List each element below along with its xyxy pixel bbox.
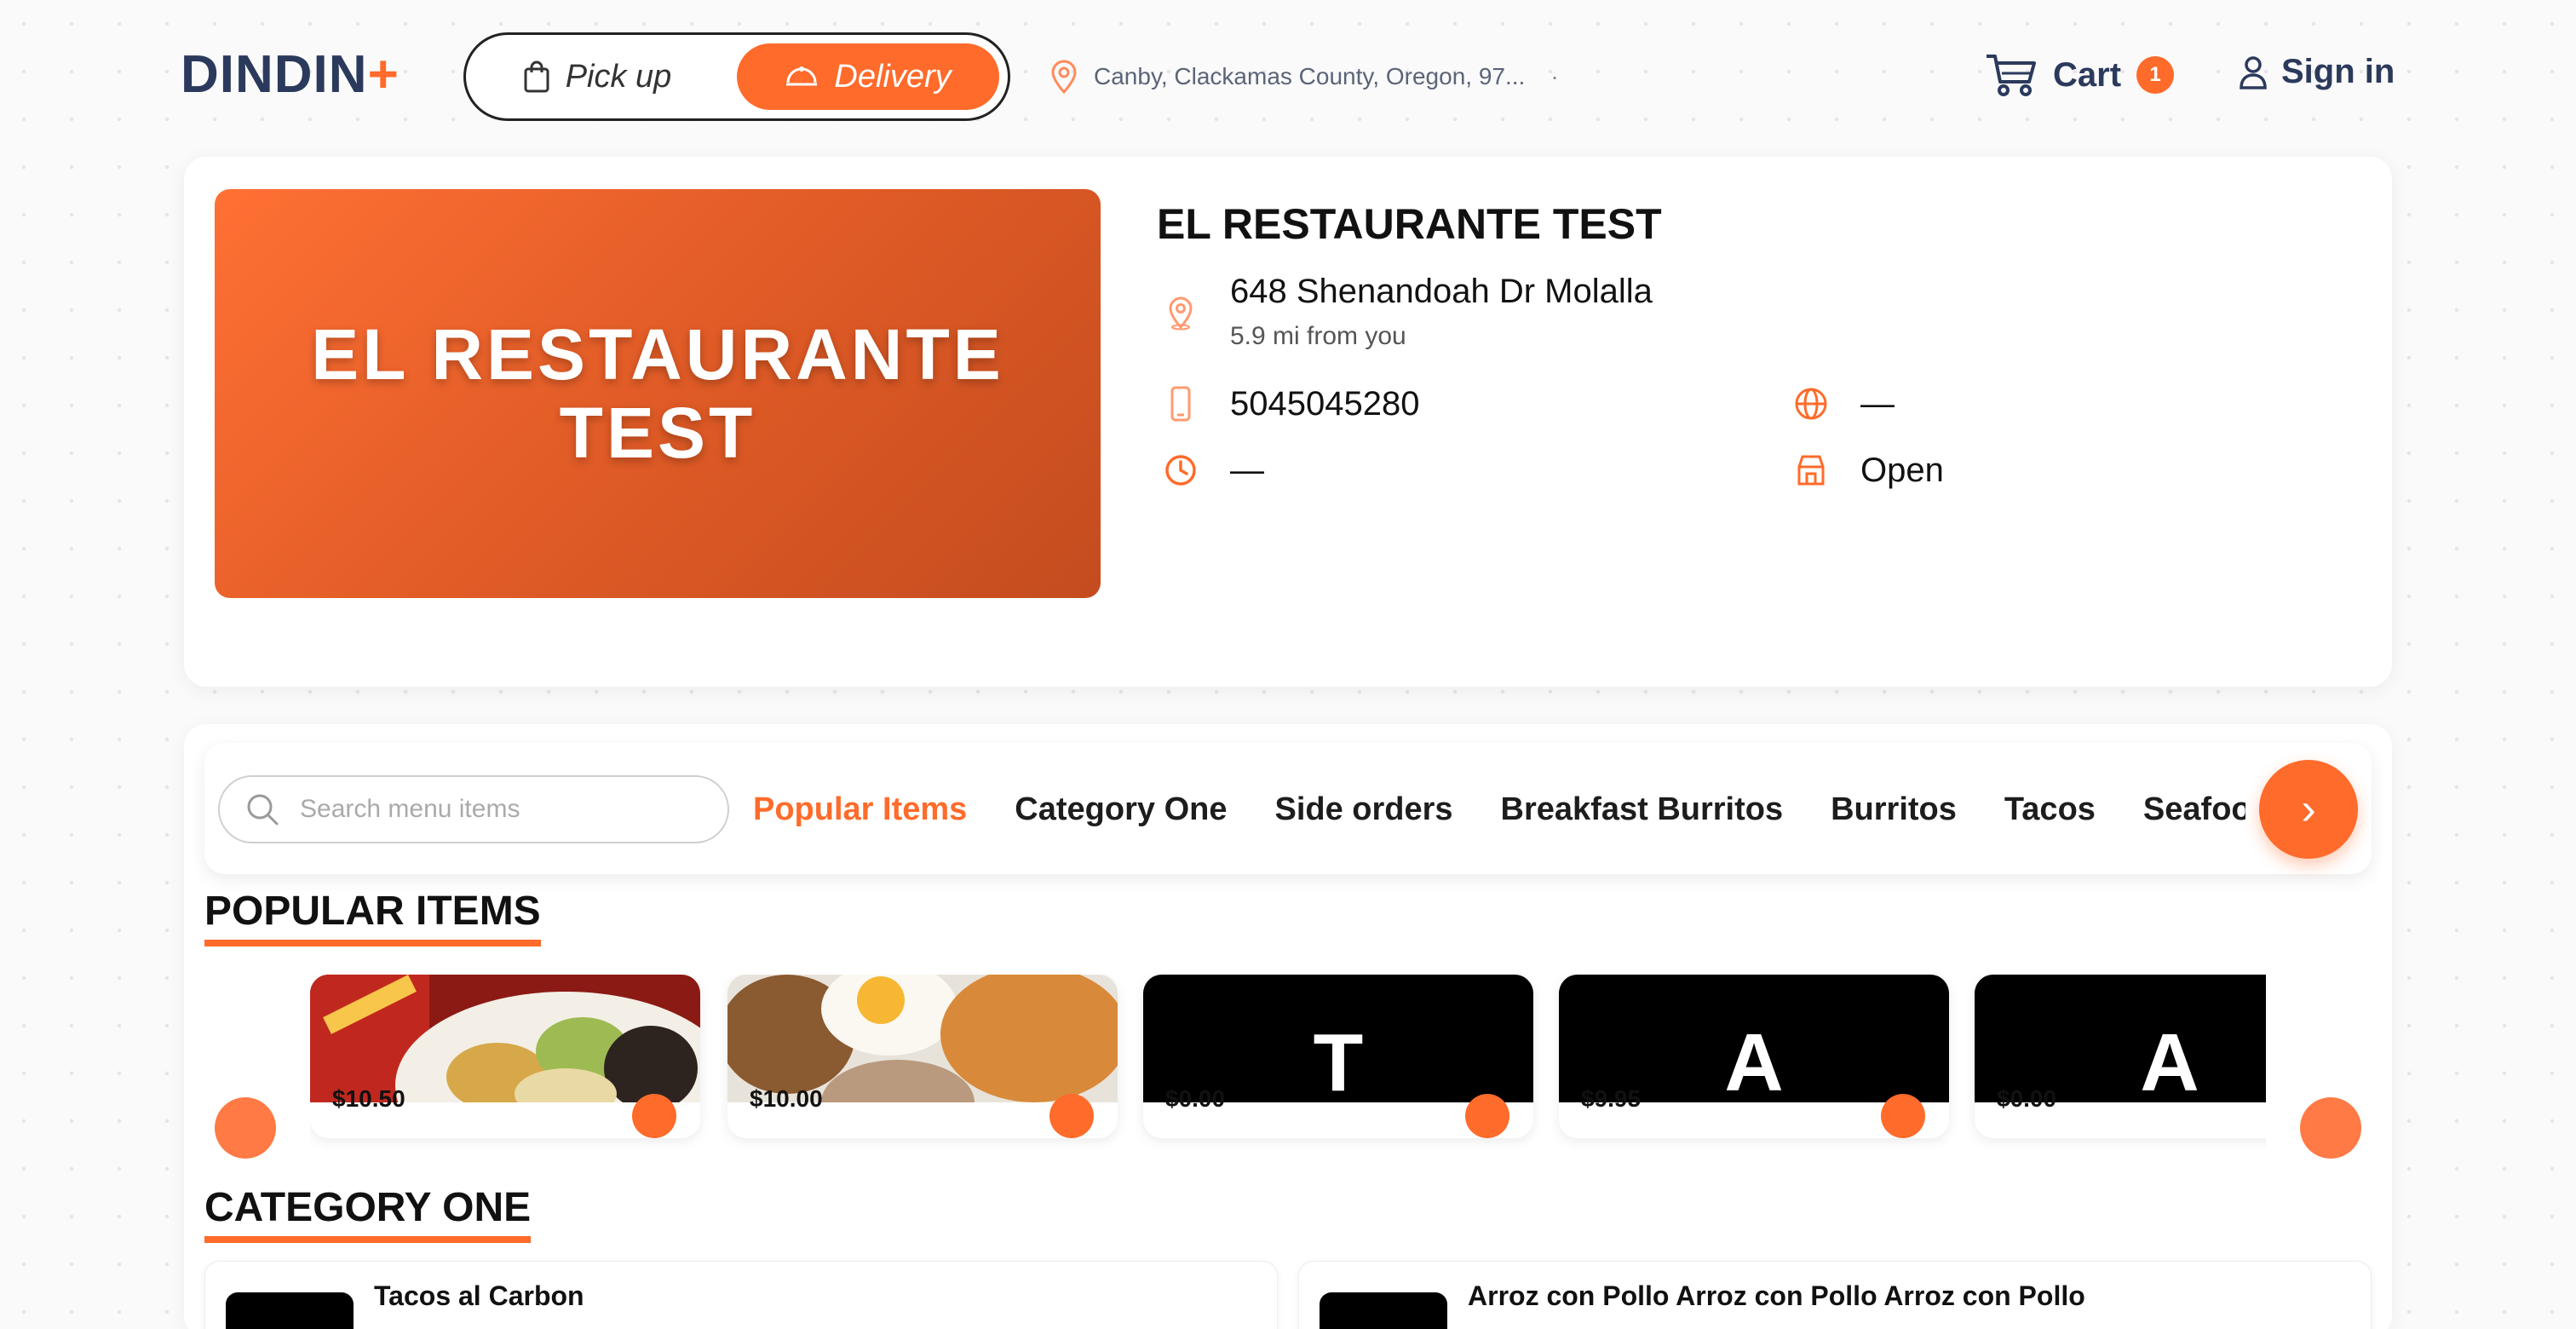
restaurant-name: EL RESTAURANTE TEST xyxy=(1157,200,1662,248)
map-pin-icon xyxy=(1051,60,1077,94)
item-thumbnail xyxy=(1320,1292,1447,1329)
item-price: $10.50 xyxy=(332,1085,405,1112)
globe-icon xyxy=(1795,388,1827,420)
phone-icon xyxy=(1170,386,1191,422)
tab-side-orders[interactable]: Side orders xyxy=(1274,784,1452,835)
logo-text: DINDIN xyxy=(181,45,368,104)
location-text: Canby, Clackamas County, Oregon, 97... xyxy=(1094,63,1526,89)
popular-item-card[interactable]: A $0.00 xyxy=(1975,975,2266,1138)
tab-category-one[interactable]: Category One xyxy=(1015,784,1227,835)
next-category-button[interactable]: › xyxy=(2259,760,2358,859)
location-icon xyxy=(1169,296,1193,331)
item-thumbnail xyxy=(226,1292,354,1329)
section-title-category-one: CATEGORY ONE xyxy=(204,1184,532,1243)
popular-item-card[interactable]: $10.00 xyxy=(727,975,1118,1138)
add-item-button[interactable] xyxy=(1465,1094,1509,1138)
item-name: Tacos al Carbon xyxy=(374,1280,584,1311)
item-price: $0.00 xyxy=(1165,1085,1226,1112)
food-photo xyxy=(310,975,700,1102)
delivery-icon xyxy=(786,66,818,86)
menu-item-card[interactable]: Tacos al Carbon xyxy=(204,1261,1278,1329)
clock-icon xyxy=(1165,455,1196,486)
restaurant-banner: EL RESTAURANTE TEST xyxy=(215,189,1101,598)
restaurant-distance: 5.9 mi from you xyxy=(1230,322,1406,350)
banner-text: EL RESTAURANTE TEST xyxy=(311,314,1004,473)
carousel-next-button[interactable] xyxy=(2300,1097,2361,1159)
tab-popular-items[interactable]: Popular Items xyxy=(753,784,967,835)
location-separator: · xyxy=(1550,63,1559,89)
tab-burritos[interactable]: Burritos xyxy=(1831,784,1957,835)
delivery-label: Delivery xyxy=(834,58,952,95)
item-price: $10.00 xyxy=(750,1085,823,1112)
popular-items-carousel: $10.50 $10.00 T $0.00 A $9.95 A $0.00 xyxy=(310,975,2266,1157)
search-input[interactable] xyxy=(300,795,675,824)
item-initial: T xyxy=(1313,1017,1364,1103)
cart-count-badge: 1 xyxy=(2136,56,2175,94)
carousel-prev-button[interactable] xyxy=(215,1097,276,1159)
item-price: $9.95 xyxy=(1581,1085,1642,1112)
tab-seafood[interactable]: Seafood xyxy=(2143,784,2245,835)
delivery-button[interactable]: Delivery xyxy=(737,43,999,110)
cart-icon xyxy=(1987,55,2036,96)
pickup-label: Pick up xyxy=(565,58,672,95)
cart-button[interactable]: Cart 1 xyxy=(1985,53,2175,97)
add-item-button[interactable] xyxy=(632,1094,676,1138)
category-tabs: Popular Items Category One Side orders B… xyxy=(753,784,2245,835)
storefront-icon xyxy=(1797,455,1825,486)
restaurant-address: 648 Shenandoah Dr Molalla xyxy=(1230,273,1653,310)
item-placeholder-image: T xyxy=(1143,975,1533,1102)
popular-item-card[interactable]: $10.50 xyxy=(310,975,700,1138)
item-initial: A xyxy=(1724,1017,1784,1103)
cart-label: Cart xyxy=(2053,55,2122,94)
order-mode-toggle: Pick up Delivery xyxy=(463,32,1010,121)
item-initial: A xyxy=(2140,1017,2199,1103)
restaurant-hours: — xyxy=(1230,452,1264,489)
add-item-button[interactable] xyxy=(1049,1094,1094,1138)
item-placeholder-image: A xyxy=(1975,975,2266,1102)
popular-item-card[interactable]: T $0.00 xyxy=(1143,975,1533,1138)
shopping-bag-icon xyxy=(524,60,549,93)
chevron-right-icon: › xyxy=(2301,785,2316,834)
search-icon xyxy=(247,794,279,826)
logo[interactable]: DINDIN+ xyxy=(181,44,400,105)
item-price: $0.00 xyxy=(1997,1085,2057,1112)
user-icon xyxy=(2240,55,2267,89)
item-placeholder-image: A xyxy=(1559,975,1949,1102)
restaurant-phone[interactable]: 5045045280 xyxy=(1230,385,1419,423)
add-item-button[interactable] xyxy=(1881,1094,1925,1138)
sign-in-button[interactable]: Sign in xyxy=(2239,53,2395,91)
section-title-popular: POPULAR ITEMS xyxy=(204,888,541,946)
location-selector[interactable]: Canby, Clackamas County, Oregon, 97... · xyxy=(1049,60,1559,94)
food-photo xyxy=(727,975,1118,1102)
item-name: Arroz con Pollo Arroz con Pollo Arroz co… xyxy=(1468,1280,2085,1311)
restaurant-status: Open xyxy=(1860,452,1944,489)
logo-plus: + xyxy=(367,45,400,104)
tab-tacos[interactable]: Tacos xyxy=(2004,784,2096,835)
tab-breakfast-burritos[interactable]: Breakfast Burritos xyxy=(1501,784,1784,835)
restaurant-website[interactable]: — xyxy=(1860,385,1895,423)
menu-item-card[interactable]: Arroz con Pollo Arroz con Pollo Arroz co… xyxy=(1298,1261,2372,1329)
sign-in-label: Sign in xyxy=(2281,53,2395,90)
menu-search[interactable] xyxy=(218,775,729,843)
pickup-button[interactable]: Pick up xyxy=(503,43,691,110)
popular-item-card[interactable]: A $9.95 xyxy=(1559,975,1949,1138)
